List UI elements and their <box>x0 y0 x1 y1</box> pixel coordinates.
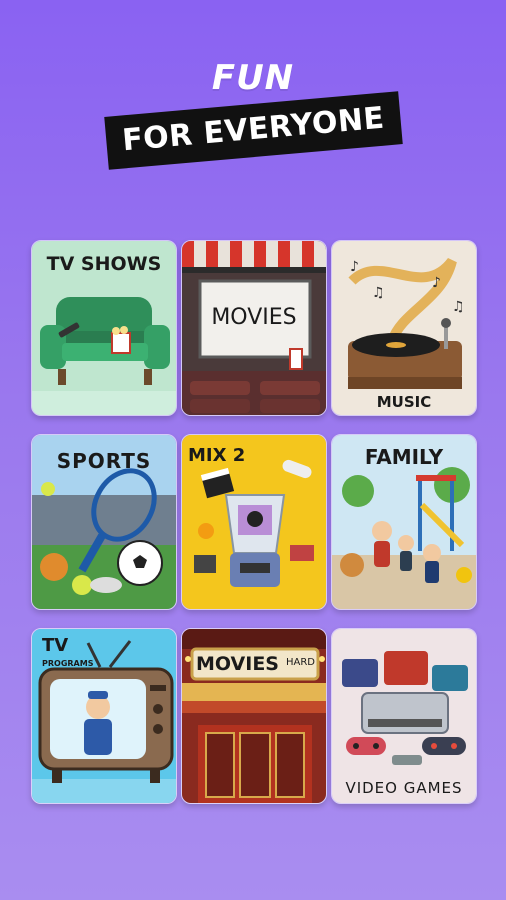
category-card-tv-programs[interactable]: TV PROGRAMS <box>31 628 177 804</box>
svg-text:♪: ♪ <box>350 259 359 275</box>
headline: FUN FOR EVERYONE <box>0 58 506 170</box>
svg-text:♫: ♫ <box>452 299 465 315</box>
headline-banner: FOR EVERYONE <box>103 91 403 170</box>
headline-fun: FUN <box>211 58 295 98</box>
category-label: MIX 2 <box>188 445 246 466</box>
category-label: MOVIES <box>196 653 279 675</box>
category-badge: HARD <box>286 657 316 668</box>
category-label: MOVIES <box>211 305 297 330</box>
category-label: SPORTS <box>56 449 152 473</box>
category-label: VIDEO GAMES <box>345 779 463 797</box>
category-grid: TV SHOWS MOVIES ♪ ♫ ♪ ♫ MUSIC SPORTS MIX… <box>31 240 477 804</box>
svg-text:♪: ♪ <box>432 275 441 291</box>
category-label: MUSIC <box>376 393 432 411</box>
game-consoles-icon <box>332 629 476 803</box>
record-player-icon: ♪ ♫ ♪ ♫ <box>332 241 476 415</box>
category-sublabel: PROGRAMS <box>42 659 94 668</box>
category-card-tv-shows[interactable]: TV SHOWS <box>31 240 177 416</box>
svg-text:♫: ♫ <box>372 285 385 301</box>
category-label: FAMILY <box>364 445 444 469</box>
category-card-mix-2[interactable]: MIX 2 <box>181 434 327 610</box>
category-card-music[interactable]: ♪ ♫ ♪ ♫ MUSIC <box>331 240 477 416</box>
category-label: TV <box>42 635 69 656</box>
category-card-video-games[interactable]: VIDEO GAMES <box>331 628 477 804</box>
category-card-movies-hard[interactable]: MOVIES HARD <box>181 628 327 804</box>
category-label: TV SHOWS <box>46 253 162 275</box>
category-card-movies[interactable]: MOVIES <box>181 240 327 416</box>
category-card-family[interactable]: FAMILY <box>331 434 477 610</box>
category-card-sports[interactable]: SPORTS <box>31 434 177 610</box>
